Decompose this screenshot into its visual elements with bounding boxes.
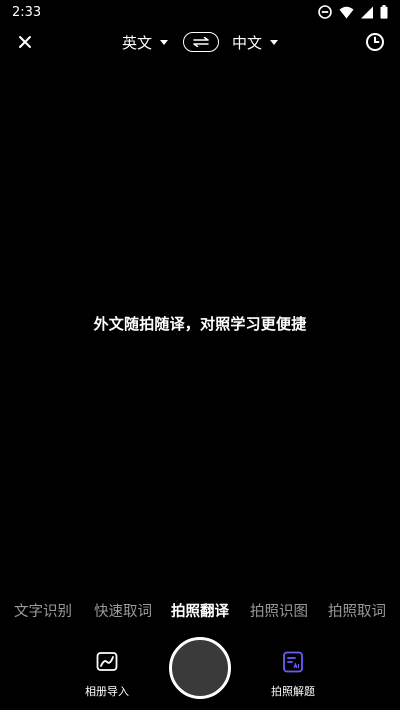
album-import-label: 相册导入 <box>85 685 129 698</box>
language-selector: 英文 中文 <box>0 24 400 60</box>
swap-language-button[interactable] <box>183 32 219 52</box>
top-toolbar: 英文 中文 <box>0 24 400 60</box>
mode-photo-word[interactable]: 拍照取词 <box>328 600 386 621</box>
mode-photo-translate[interactable]: 拍照翻译 <box>171 600 229 621</box>
chevron-down-icon <box>270 39 279 45</box>
mode-quick-word[interactable]: 快速取词 <box>94 600 152 621</box>
chevron-down-icon <box>160 39 168 45</box>
mode-selector: 文字识别 快速取词 拍照翻译 拍照识图 拍照取词 <box>0 600 400 624</box>
photo-solve-button[interactable]: 拍照解题 <box>253 650 333 699</box>
photo-solve-label: 拍照解题 <box>271 685 315 698</box>
target-language-dropdown[interactable]: 中文 <box>232 32 279 53</box>
source-language-dropdown[interactable]: 英文 <box>122 32 168 53</box>
album-import-button[interactable]: 相册导入 <box>67 650 147 699</box>
signal-icon <box>361 6 373 19</box>
target-language-label: 中文 <box>232 33 263 52</box>
history-clock-icon <box>366 33 384 51</box>
ai-solve-icon <box>281 650 305 674</box>
source-language-label: 英文 <box>121 33 152 52</box>
mode-photo-recognize[interactable]: 拍照识图 <box>250 600 308 621</box>
swap-icon <box>193 37 209 47</box>
camera-translate-screen: 2:33 英文 中文 外文随拍随译，对照学习更便捷 文字识别 快速取词 拍照翻译… <box>0 0 400 710</box>
do-not-disturb-icon <box>318 5 332 19</box>
status-icons <box>318 5 388 19</box>
status-time: 2:33 <box>12 4 42 20</box>
wifi-icon <box>339 6 354 19</box>
hint-text: 外文随拍随译，对照学习更便捷 <box>93 315 307 333</box>
shutter-button[interactable] <box>169 637 231 699</box>
battery-icon <box>380 5 388 19</box>
album-icon <box>95 650 119 674</box>
history-button[interactable] <box>364 31 386 53</box>
status-bar: 2:33 <box>0 0 400 24</box>
mode-text-recognition[interactable]: 文字识别 <box>14 600 72 621</box>
